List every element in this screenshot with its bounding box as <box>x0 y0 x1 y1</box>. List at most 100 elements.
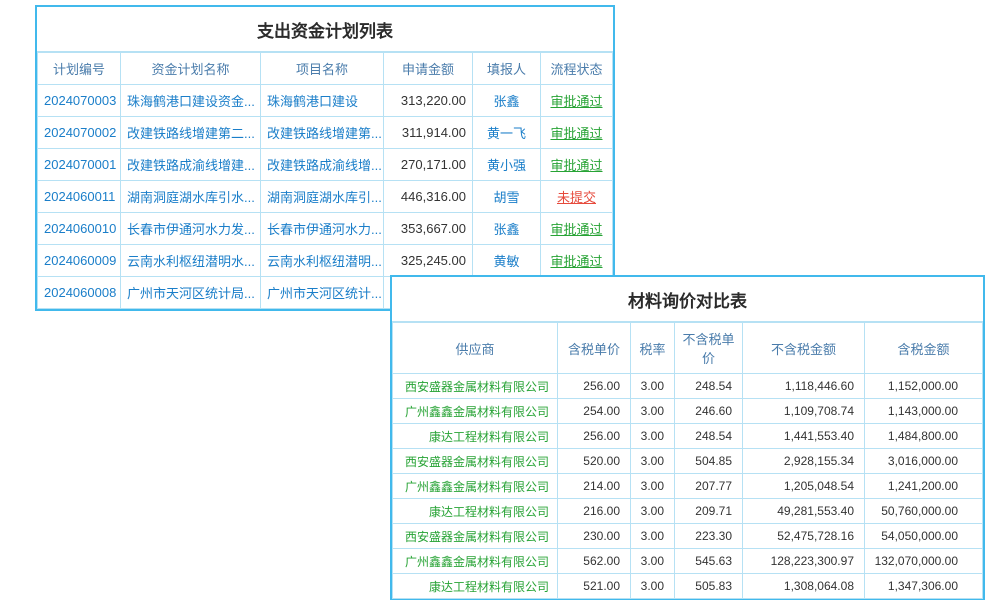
price-excl-tax-cell: 248.54 <box>675 374 743 399</box>
tax-rate-cell: 3.00 <box>631 399 675 424</box>
project-name-link[interactable]: 珠海鹤港口建设 <box>261 85 384 117</box>
status-link[interactable]: 审批通过 <box>541 149 613 181</box>
amount-incl-tax-cell: 132,070,000.00 <box>865 549 983 574</box>
tax-rate-cell: 3.00 <box>631 524 675 549</box>
status-link[interactable]: 审批通过 <box>541 117 613 149</box>
project-name-link[interactable]: 广州市天河区统计... <box>261 277 384 309</box>
price-incl-tax-cell: 562.00 <box>558 549 631 574</box>
col-header-amount: 申请金额 <box>384 53 473 85</box>
supplier-link[interactable]: 康达工程材料有限公司 <box>393 499 558 524</box>
table-row: 西安盛器金属材料有限公司 256.00 3.00 248.54 1,118,44… <box>393 374 983 399</box>
amount-incl-tax-cell: 1,241,200.00 <box>865 474 983 499</box>
table-row: 西安盛器金属材料有限公司 230.00 3.00 223.30 52,475,7… <box>393 524 983 549</box>
col-header-plan-id: 计划编号 <box>38 53 121 85</box>
col-header-amount-excl-tax: 不含税金额 <box>743 323 865 374</box>
supplier-link[interactable]: 康达工程材料有限公司 <box>393 424 558 449</box>
quote-table-header-row: 供应商 含税单价 税率 不含税单价 不含税金额 含税金额 <box>393 323 983 374</box>
reporter-link[interactable]: 黄一飞 <box>473 117 541 149</box>
expense-plan-table: 计划编号 资金计划名称 项目名称 申请金额 填报人 流程状态 202407000… <box>37 52 613 309</box>
price-excl-tax-cell: 246.60 <box>675 399 743 424</box>
col-header-price-excl-tax: 不含税单价 <box>675 323 743 374</box>
plan-id-link[interactable]: 2024060009 <box>38 245 121 277</box>
amount-excl-tax-cell: 52,475,728.16 <box>743 524 865 549</box>
quote-comparison-title: 材料询价对比表 <box>392 277 983 322</box>
col-header-status: 流程状态 <box>541 53 613 85</box>
table-row: 2024060009 云南水利枢纽潜明水... 云南水利枢纽潜明... 325,… <box>38 245 613 277</box>
table-row: 2024060011 湖南洞庭湖水库引水... 湖南洞庭湖水库引... 446,… <box>38 181 613 213</box>
plan-name-link[interactable]: 湖南洞庭湖水库引水... <box>121 181 261 213</box>
supplier-link[interactable]: 广州鑫鑫金属材料有限公司 <box>393 549 558 574</box>
plan-name-link[interactable]: 珠海鹤港口建设资金... <box>121 85 261 117</box>
plan-id-link[interactable]: 2024070002 <box>38 117 121 149</box>
status-link[interactable]: 审批通过 <box>541 245 613 277</box>
plan-id-link[interactable]: 2024060008 <box>38 277 121 309</box>
supplier-link[interactable]: 广州鑫鑫金属材料有限公司 <box>393 474 558 499</box>
quote-table-body: 西安盛器金属材料有限公司 256.00 3.00 248.54 1,118,44… <box>393 374 983 599</box>
price-incl-tax-cell: 254.00 <box>558 399 631 424</box>
amount-excl-tax-cell: 1,308,064.08 <box>743 574 865 599</box>
supplier-link[interactable]: 西安盛器金属材料有限公司 <box>393 374 558 399</box>
col-header-reporter: 填报人 <box>473 53 541 85</box>
table-row: 2024070001 改建铁路成渝线增建... 改建铁路成渝线增... 270,… <box>38 149 613 181</box>
supplier-link[interactable]: 西安盛器金属材料有限公司 <box>393 449 558 474</box>
supplier-link[interactable]: 西安盛器金属材料有限公司 <box>393 524 558 549</box>
amount-excl-tax-cell: 2,928,155.34 <box>743 449 865 474</box>
amount-excl-tax-cell: 1,109,708.74 <box>743 399 865 424</box>
project-name-link[interactable]: 云南水利枢纽潜明... <box>261 245 384 277</box>
price-incl-tax-cell: 521.00 <box>558 574 631 599</box>
plan-name-link[interactable]: 改建铁路线增建第二... <box>121 117 261 149</box>
project-name-link[interactable]: 湖南洞庭湖水库引... <box>261 181 384 213</box>
tax-rate-cell: 3.00 <box>631 474 675 499</box>
table-row: 康达工程材料有限公司 521.00 3.00 505.83 1,308,064.… <box>393 574 983 599</box>
tax-rate-cell: 3.00 <box>631 374 675 399</box>
expense-table-header-row: 计划编号 资金计划名称 项目名称 申请金额 填报人 流程状态 <box>38 53 613 85</box>
amount-incl-tax-cell: 3,016,000.00 <box>865 449 983 474</box>
status-link[interactable]: 未提交 <box>541 181 613 213</box>
amount-incl-tax-cell: 1,484,800.00 <box>865 424 983 449</box>
plan-name-link[interactable]: 改建铁路成渝线增建... <box>121 149 261 181</box>
amount-excl-tax-cell: 1,441,553.40 <box>743 424 865 449</box>
plan-id-link[interactable]: 2024060010 <box>38 213 121 245</box>
tax-rate-cell: 3.00 <box>631 574 675 599</box>
price-incl-tax-cell: 214.00 <box>558 474 631 499</box>
table-row: 2024070003 珠海鹤港口建设资金... 珠海鹤港口建设 313,220.… <box>38 85 613 117</box>
supplier-link[interactable]: 广州鑫鑫金属材料有限公司 <box>393 399 558 424</box>
plan-name-link[interactable]: 云南水利枢纽潜明水... <box>121 245 261 277</box>
status-link[interactable]: 审批通过 <box>541 213 613 245</box>
status-link[interactable]: 审批通过 <box>541 85 613 117</box>
page: 支出资金计划列表 计划编号 资金计划名称 项目名称 申请金额 填报人 流程状态 <box>0 0 1000 600</box>
reporter-link[interactable]: 张鑫 <box>473 213 541 245</box>
project-name-link[interactable]: 改建铁路线增建第... <box>261 117 384 149</box>
amount-cell: 311,914.00 <box>384 117 473 149</box>
plan-id-link[interactable]: 2024070001 <box>38 149 121 181</box>
tax-rate-cell: 3.00 <box>631 549 675 574</box>
plan-name-link[interactable]: 长春市伊通河水力发... <box>121 213 261 245</box>
price-incl-tax-cell: 256.00 <box>558 374 631 399</box>
price-incl-tax-cell: 216.00 <box>558 499 631 524</box>
amount-incl-tax-cell: 50,760,000.00 <box>865 499 983 524</box>
price-excl-tax-cell: 504.85 <box>675 449 743 474</box>
quote-comparison-table: 供应商 含税单价 税率 不含税单价 不含税金额 含税金额 西安盛器金属材料有限公… <box>392 322 983 599</box>
reporter-link[interactable]: 胡雪 <box>473 181 541 213</box>
reporter-link[interactable]: 黄小强 <box>473 149 541 181</box>
amount-cell: 270,171.00 <box>384 149 473 181</box>
col-header-amount-incl-tax: 含税金额 <box>865 323 983 374</box>
project-name-link[interactable]: 改建铁路成渝线增... <box>261 149 384 181</box>
reporter-link[interactable]: 张鑫 <box>473 85 541 117</box>
plan-name-link[interactable]: 广州市天河区统计局... <box>121 277 261 309</box>
plan-id-link[interactable]: 2024060011 <box>38 181 121 213</box>
table-row: 康达工程材料有限公司 216.00 3.00 209.71 49,281,553… <box>393 499 983 524</box>
amount-cell: 446,316.00 <box>384 181 473 213</box>
plan-id-link[interactable]: 2024070003 <box>38 85 121 117</box>
supplier-link[interactable]: 康达工程材料有限公司 <box>393 574 558 599</box>
reporter-link[interactable]: 黄敏 <box>473 245 541 277</box>
amount-excl-tax-cell: 1,205,048.54 <box>743 474 865 499</box>
project-name-link[interactable]: 长春市伊通河水力... <box>261 213 384 245</box>
amount-excl-tax-cell: 1,118,446.60 <box>743 374 865 399</box>
amount-cell: 313,220.00 <box>384 85 473 117</box>
table-row: 广州鑫鑫金属材料有限公司 214.00 3.00 207.77 1,205,04… <box>393 474 983 499</box>
table-row: 康达工程材料有限公司 256.00 3.00 248.54 1,441,553.… <box>393 424 983 449</box>
tax-rate-cell: 3.00 <box>631 449 675 474</box>
amount-incl-tax-cell: 54,050,000.00 <box>865 524 983 549</box>
amount-excl-tax-cell: 128,223,300.97 <box>743 549 865 574</box>
